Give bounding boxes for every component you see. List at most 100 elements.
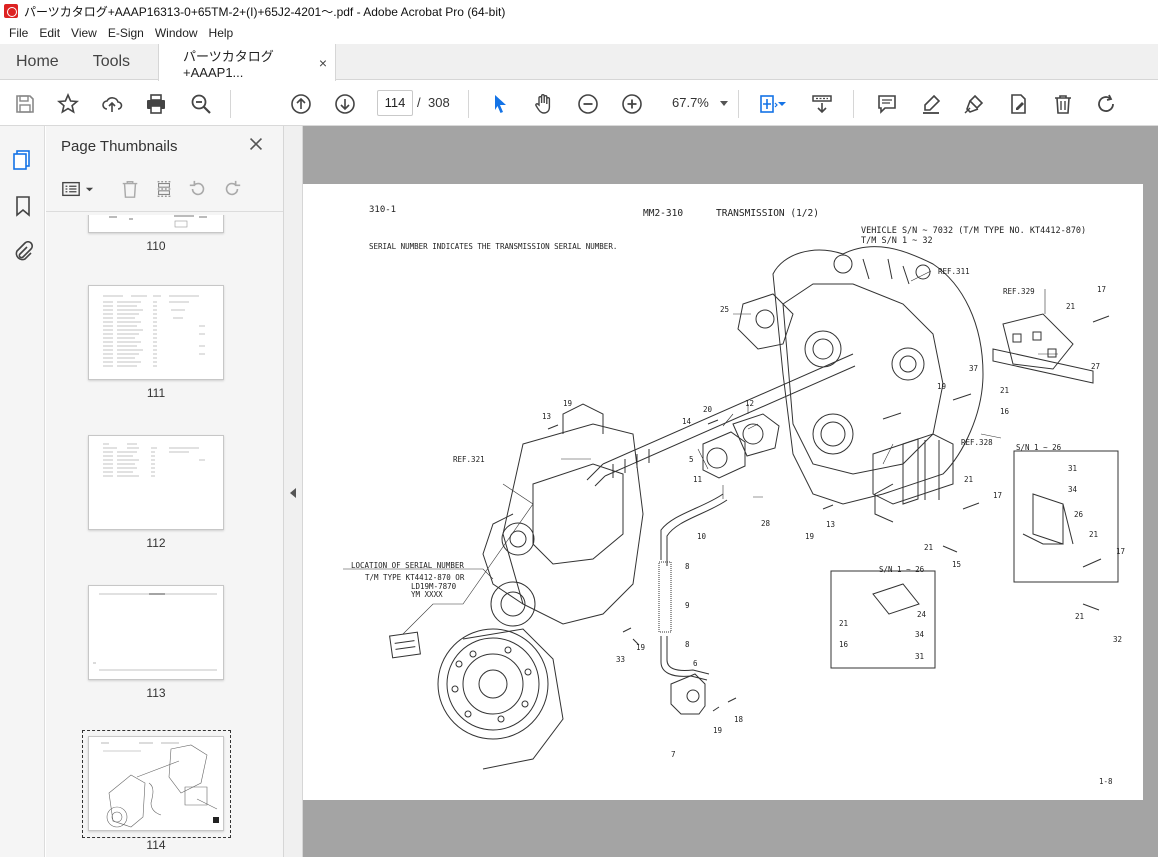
page-thumbnails-icon[interactable] — [10, 147, 36, 173]
highlight-pen-icon[interactable] — [918, 91, 944, 117]
chevron-down-icon[interactable] — [775, 91, 789, 117]
part-callout: 17 — [1097, 285, 1106, 294]
attachments-paperclip-icon[interactable] — [10, 239, 36, 265]
thumbnail-page-label: 113 — [146, 686, 166, 700]
part-callout: 27 — [1091, 362, 1100, 371]
ref-label: REF.328 — [961, 438, 993, 447]
sn-label: S/N 1 ~ 26 — [879, 565, 925, 574]
part-callout: 17 — [1116, 547, 1125, 556]
thumbnail-page-image[interactable] — [88, 736, 224, 831]
save-icon[interactable] — [12, 91, 38, 117]
part-callout: 11 — [693, 475, 702, 484]
part-callout: 15 — [952, 560, 961, 569]
bookmarks-icon[interactable] — [10, 193, 36, 219]
menu-esign[interactable]: E-Sign — [103, 26, 149, 40]
menu-view[interactable]: View — [66, 26, 102, 40]
part-callout: 21 — [1066, 302, 1075, 311]
collapse-arrow-icon[interactable] — [290, 488, 296, 498]
document-view[interactable]: 310-1 MM2-310 TRANSMISSION (1/2) VEHICLE… — [303, 126, 1158, 857]
chevron-down-icon[interactable] — [83, 177, 95, 201]
thumbnail-page-label: 112 — [146, 536, 166, 550]
part-callout: 6 — [693, 659, 698, 668]
part-callout: 21 — [1075, 612, 1084, 621]
zoom-in-icon[interactable] — [619, 91, 645, 117]
part-callout: 20 — [703, 405, 713, 414]
page-number-input[interactable]: 114 — [377, 90, 413, 116]
edit-pdf-icon[interactable] — [1006, 91, 1032, 117]
pdf-page[interactable]: 310-1 MM2-310 TRANSMISSION (1/2) VEHICLE… — [303, 184, 1143, 800]
panel-collapse-splitter[interactable] — [284, 126, 303, 857]
part-callout: 5 — [689, 455, 694, 464]
thumbnail-page-image[interactable] — [88, 285, 224, 380]
part-callout: 8 — [685, 562, 690, 571]
previous-page-icon[interactable] — [288, 91, 314, 117]
part-callout: 28 — [761, 519, 771, 528]
main-toolbar: 114 / 308 67.7% — [0, 81, 1158, 126]
menu-help[interactable]: Help — [204, 26, 239, 40]
delete-page-icon[interactable] — [118, 177, 142, 201]
menu-edit[interactable]: Edit — [34, 26, 65, 40]
page-separator: / — [417, 95, 421, 110]
part-callout: 16 — [1000, 407, 1010, 416]
part-callout: 21 — [924, 543, 933, 552]
serial-location-heading: LOCATION OF SERIAL NUMBER — [351, 561, 464, 570]
print-icon[interactable] — [143, 91, 169, 117]
close-tab-icon[interactable]: × — [319, 55, 327, 71]
part-callout: 19 — [713, 726, 722, 735]
tab-tools[interactable]: Tools — [85, 44, 138, 80]
part-callout: 17 — [993, 491, 1002, 500]
part-callout: 31 — [915, 652, 924, 661]
thumbnail-page-label: 111 — [146, 386, 166, 400]
part-callout: 19 — [937, 382, 946, 391]
next-page-icon[interactable] — [332, 91, 358, 117]
part-callout: 32 — [1113, 635, 1122, 644]
part-callout: 34 — [915, 630, 925, 639]
thumbnail-list: 110 111 112 113 114 — [46, 215, 283, 857]
tab-home[interactable]: Home — [8, 44, 67, 80]
left-navigation-rail — [0, 126, 45, 857]
ref-label: REF.329 — [1003, 287, 1035, 296]
options-menu-icon[interactable] — [59, 177, 83, 201]
serial-location-line: T/M TYPE KT4412-870 OR — [365, 573, 465, 582]
extract-pages-icon[interactable] — [152, 177, 176, 201]
thumbnail-page-image[interactable] — [88, 215, 224, 233]
part-callout: 31 — [1068, 464, 1077, 473]
window-titlebar: パーツカタログ+AAAP16313-0+65TM-2+(I)+65J2-4201… — [0, 0, 1158, 22]
zoom-out-icon[interactable] — [575, 91, 601, 117]
menu-file[interactable]: File — [4, 26, 33, 40]
share-upload-icon[interactable] — [99, 91, 125, 117]
thumbnail-page-label: 114 — [146, 838, 166, 852]
part-callout: 26 — [1074, 510, 1084, 519]
part-callout: 19 — [805, 532, 814, 541]
part-callout: 21 — [839, 619, 848, 628]
sign-pen-icon[interactable] — [961, 91, 987, 117]
thumbnail-page-image[interactable] — [88, 435, 224, 530]
rotate-clockwise-icon[interactable] — [220, 177, 244, 201]
document-tab-label: パーツカタログ+AAAP1... — [183, 48, 274, 80]
comment-icon[interactable] — [874, 91, 900, 117]
thumbnail-page-image[interactable] — [88, 585, 224, 680]
part-callout: 8 — [685, 640, 690, 649]
part-callout: 34 — [1068, 485, 1078, 494]
hand-tool-icon[interactable] — [531, 91, 557, 117]
thumbnail-toolbar — [46, 174, 283, 212]
rotate-redo-icon[interactable] — [1094, 91, 1120, 117]
acrobat-logo-icon — [4, 4, 18, 18]
tab-bar: Home Tools パーツカタログ+AAAP1... × — [0, 44, 1158, 81]
zoom-search-icon[interactable] — [188, 91, 214, 117]
tab-document[interactable]: パーツカタログ+AAAP1... × — [158, 44, 337, 81]
bookmark-star-icon[interactable] — [55, 91, 81, 117]
menu-window[interactable]: Window — [150, 26, 203, 40]
scroll-mode-icon[interactable] — [809, 91, 835, 117]
total-pages: 308 — [428, 95, 450, 110]
select-cursor-icon[interactable] — [487, 91, 513, 117]
rotate-counterclockwise-icon[interactable] — [186, 177, 210, 201]
close-panel-icon[interactable] — [246, 134, 268, 156]
delete-trash-icon[interactable] — [1050, 91, 1076, 117]
part-callout: 12 — [745, 399, 754, 408]
part-callout: 13 — [826, 520, 835, 529]
page-footer-number: 1-8 — [1099, 777, 1113, 786]
toolbar-divider — [853, 90, 854, 118]
zoom-level-dropdown[interactable]: 67.7% — [664, 90, 734, 116]
part-callout: 14 — [682, 417, 692, 426]
